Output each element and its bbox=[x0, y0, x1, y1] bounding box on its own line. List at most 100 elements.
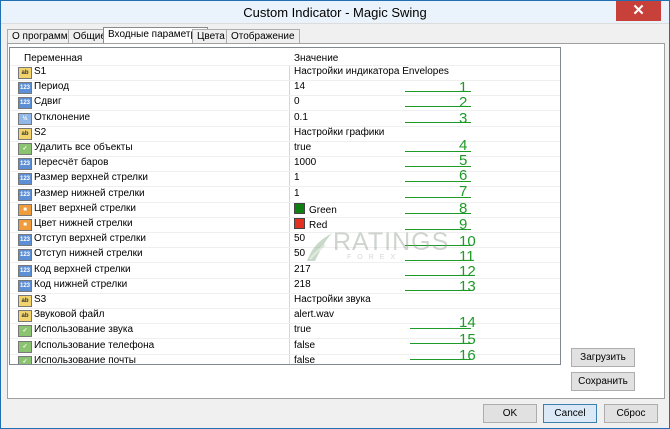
color-swatch bbox=[294, 218, 305, 229]
parameter-type-icon: ✓ bbox=[18, 340, 32, 353]
parameter-value[interactable]: Настройки звука bbox=[294, 294, 371, 305]
annotation-number: 7 bbox=[459, 183, 468, 200]
annotation-number: 8 bbox=[459, 200, 468, 217]
parameter-type-icon: 123 bbox=[18, 173, 32, 186]
parameter-value[interactable]: 218 bbox=[294, 279, 311, 290]
parameter-row[interactable]: 123 Сдвиг 0 bbox=[10, 95, 560, 112]
parameter-name: Код нижней стрелки bbox=[34, 278, 128, 290]
parameter-value[interactable]: Green bbox=[294, 202, 337, 216]
parameter-type-icon: 123 bbox=[18, 234, 32, 247]
parameter-value[interactable]: 0.1 bbox=[294, 112, 308, 123]
parameter-value[interactable]: alert.wav bbox=[294, 309, 334, 320]
parameter-row[interactable]: ✓ Использование почты false bbox=[10, 354, 560, 365]
reset-button[interactable]: Сброс bbox=[604, 404, 658, 423]
parameter-type-icon: 123 bbox=[18, 279, 32, 292]
parameter-value[interactable]: 50 bbox=[294, 248, 305, 259]
parameter-type-icon: ✓ bbox=[18, 355, 32, 364]
parameter-name: S3 bbox=[34, 294, 47, 305]
cancel-button[interactable]: Cancel bbox=[543, 404, 597, 423]
parameter-value[interactable]: 50 bbox=[294, 233, 305, 244]
parameter-name: Размер верхней стрелки bbox=[34, 172, 148, 184]
parameter-name: Удалить все объекты bbox=[34, 142, 133, 153]
parameter-row[interactable]: 123 Период 14 bbox=[10, 80, 560, 97]
parameter-row[interactable]: ✓ Использование звука true bbox=[10, 323, 560, 340]
title-bar: Custom Indicator - Magic Swing ✕ bbox=[1, 1, 669, 24]
parameter-value[interactable]: 1000 bbox=[294, 157, 316, 168]
parameter-type-icon: ab bbox=[18, 295, 32, 307]
parameter-row[interactable]: 123 Пересчёт баров 1000 bbox=[10, 156, 560, 173]
parameter-value[interactable]: false bbox=[294, 355, 315, 364]
annotation-number: 2 bbox=[459, 94, 468, 111]
color-name: Green bbox=[309, 204, 337, 216]
annotation-number: 3 bbox=[459, 110, 468, 127]
parameter-row[interactable]: 123 Размер нижней стрелки 1 bbox=[10, 187, 560, 203]
annotation-number: 14 bbox=[459, 314, 476, 331]
load-button[interactable]: Загрузить bbox=[571, 348, 635, 367]
parameter-name: Цвет верхней стрелки bbox=[34, 202, 137, 214]
parameter-name: S2 bbox=[34, 126, 47, 138]
parameter-type-icon: ■ bbox=[18, 203, 32, 216]
parameter-row[interactable]: 123 Отступ нижней стрелки 50 bbox=[10, 247, 560, 264]
parameter-value[interactable]: false bbox=[294, 340, 315, 351]
parameter-value[interactable]: 1 bbox=[294, 172, 300, 183]
parameter-row[interactable]: 123 Код верхней стрелки 217 bbox=[10, 263, 560, 279]
save-button[interactable]: Сохранить bbox=[571, 372, 635, 391]
parameter-row[interactable]: ab S1 Настройки индикатора Envelopes bbox=[10, 65, 560, 81]
parameter-name: Использование почты bbox=[34, 354, 136, 365]
parameter-value[interactable]: 14 bbox=[294, 81, 305, 92]
parameter-name: Сдвиг bbox=[34, 96, 62, 108]
grid-header: Переменная Значение bbox=[10, 48, 560, 66]
window-title: Custom Indicator - Magic Swing bbox=[243, 5, 427, 20]
parameter-value[interactable]: Настройки графики bbox=[294, 127, 384, 138]
parameter-row[interactable]: 123 Размер верхней стрелки 1 bbox=[10, 171, 560, 188]
close-button[interactable]: ✕ bbox=[616, 1, 661, 21]
parameter-type-icon: ✓ bbox=[18, 143, 32, 155]
leaf-logo-icon bbox=[307, 233, 332, 261]
parameter-name: Цвет нижней стрелки bbox=[34, 218, 133, 229]
dialog-window: Custom Indicator - Magic Swing ✕ О прогр… bbox=[0, 0, 670, 429]
parameter-row[interactable]: ■ Цвет верхней стрелки Green bbox=[10, 202, 560, 218]
parameter-name: Использование звука bbox=[34, 324, 134, 336]
parameter-type-icon: 123 bbox=[18, 264, 32, 277]
parameter-name: Отклонение bbox=[34, 111, 91, 123]
parameter-value[interactable]: Настройки индикатора Envelopes bbox=[294, 66, 449, 77]
parameter-type-icon: 123 bbox=[18, 97, 32, 110]
tab-colors[interactable]: Цвета bbox=[192, 29, 230, 44]
parameter-row[interactable]: 123 Отступ верхней стрелки 50 bbox=[10, 232, 560, 249]
annotation-number: 16 bbox=[459, 347, 476, 364]
parameter-row[interactable]: ½ Отклонение 0.1 bbox=[10, 111, 560, 127]
parameter-value[interactable]: true bbox=[294, 142, 311, 153]
parameter-type-icon: 123 bbox=[18, 188, 32, 201]
ratings-forex-watermark: RATINGS FOREX bbox=[305, 223, 448, 273]
parameter-row[interactable]: ab S2 Настройки графики bbox=[10, 126, 560, 142]
parameter-name: Пересчёт баров bbox=[34, 157, 109, 169]
parameter-row[interactable]: ✓ Удалить все объекты true bbox=[10, 141, 560, 157]
parameter-row[interactable]: ✓ Использование телефона false bbox=[10, 339, 560, 355]
parameter-type-icon: ab bbox=[18, 67, 32, 79]
parameter-row[interactable]: ab Звуковой файл alert.wav bbox=[10, 308, 560, 325]
parameter-type-icon: ✓ bbox=[18, 325, 32, 338]
parameter-value[interactable]: true bbox=[294, 324, 311, 335]
parameter-name: Звуковой файл bbox=[34, 309, 105, 321]
parameter-value[interactable]: 1 bbox=[294, 188, 300, 199]
parameter-row[interactable]: 123 Код нижней стрелки 218 bbox=[10, 278, 560, 294]
parameter-type-icon: 123 bbox=[18, 158, 32, 171]
ok-button[interactable]: OK bbox=[483, 404, 537, 423]
watermark-sub-text: FOREX bbox=[347, 254, 402, 261]
parameter-row[interactable]: ab S3 Настройки звука bbox=[10, 293, 560, 309]
parameter-name: Использование телефона bbox=[34, 339, 155, 351]
parameter-type-icon: 123 bbox=[18, 82, 32, 95]
annotation-number: 13 bbox=[459, 278, 476, 295]
annotation-number: 15 bbox=[459, 331, 476, 348]
parameter-value[interactable]: 0 bbox=[294, 96, 300, 107]
parameter-name: Отступ нижней стрелки bbox=[34, 248, 143, 260]
annotation-number: 9 bbox=[459, 216, 468, 233]
parameter-row[interactable]: ■ Цвет нижней стрелки Red bbox=[10, 217, 560, 233]
parameter-type-icon: ab bbox=[18, 127, 32, 140]
color-swatch bbox=[294, 202, 305, 214]
tab-visualization[interactable]: Отображение bbox=[226, 29, 300, 44]
parameter-type-icon: ½ bbox=[18, 112, 32, 125]
parameter-name: Отступ верхней стрелки bbox=[34, 233, 146, 245]
parameter-type-icon: ■ bbox=[18, 219, 32, 231]
parameter-grid[interactable]: Переменная Значение ab S1 Настройки индика… bbox=[9, 47, 561, 365]
